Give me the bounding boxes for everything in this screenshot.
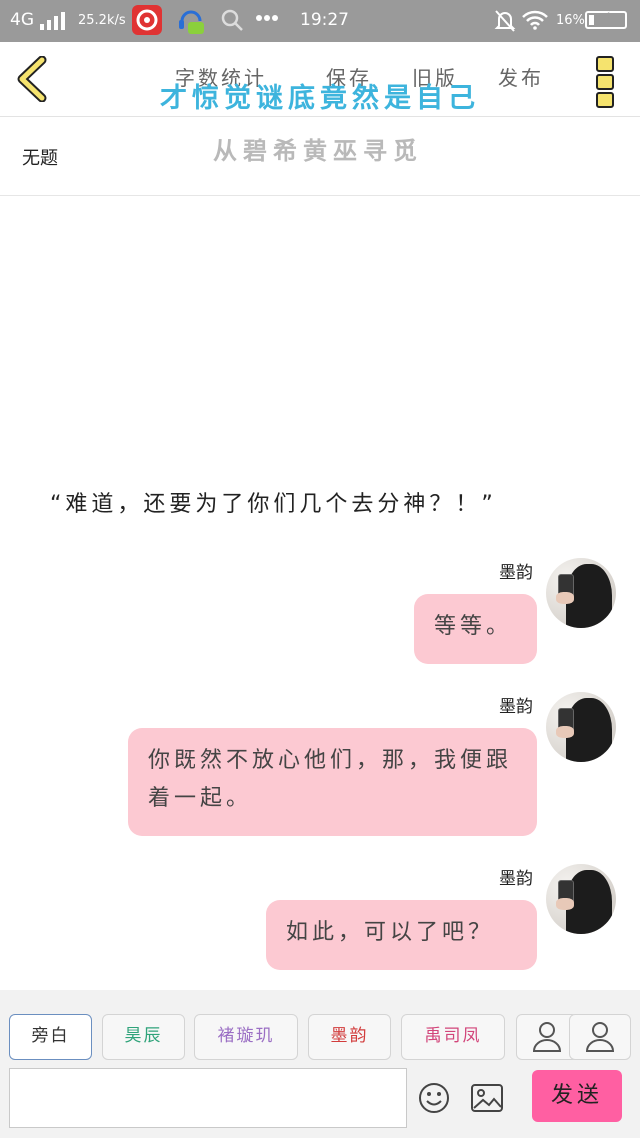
send-button[interactable]: 发送 — [532, 1070, 622, 1122]
battery-percent: 16% — [556, 13, 585, 28]
more-icon — [256, 15, 278, 21]
clock: 19:27 — [300, 10, 349, 30]
message-bubble[interactable]: 如此，可以了吧？ — [266, 900, 537, 970]
menu-dot-icon — [596, 74, 614, 90]
signal-icon — [40, 12, 65, 30]
document-title[interactable]: 无题 — [22, 144, 58, 170]
role-chip-haochen[interactable]: 昊辰 — [102, 1014, 185, 1060]
message-bubble[interactable]: 你既然不放心他们，那，我便跟着一起。 — [128, 728, 537, 836]
search-icon — [221, 9, 243, 31]
network-type: 4G — [10, 10, 34, 30]
narration-line: “难道，还要为了你们几个去分神？！” — [50, 492, 497, 517]
speaker-name: 墨韵 — [499, 869, 533, 889]
overlay-title-text: 才惊觉谜底竟然是自己 — [160, 83, 480, 114]
avatar[interactable] — [546, 558, 616, 628]
person-icon — [532, 1022, 562, 1052]
role-chip-moyun[interactable]: 墨韵 — [308, 1014, 391, 1060]
menu-dot-icon — [596, 56, 614, 72]
status-bar: 4G 25.2k/s 19:27 16% ⚡ — [0, 0, 640, 42]
manage-roles-button[interactable] — [569, 1014, 631, 1060]
speaker-name: 墨韵 — [499, 697, 533, 717]
menu-dot-icon — [596, 92, 614, 108]
battery-icon: ⚡ — [585, 10, 627, 29]
wifi-icon — [522, 10, 548, 30]
title-row: 无题 从碧希黄巫寻觅 — [0, 117, 640, 196]
publish-button[interactable]: 发布 — [498, 62, 544, 91]
message-input[interactable] — [9, 1068, 407, 1128]
role-chip-chuxuanji[interactable]: 褚璇玑 — [194, 1014, 298, 1060]
role-chip-narrator[interactable]: 旁白 — [9, 1014, 92, 1060]
emoji-icon[interactable] — [418, 1082, 450, 1114]
editor-header: 字数统计 保存 旧版 发布 才惊觉谜底竟然是自己 — [0, 42, 640, 117]
menu-button[interactable] — [596, 56, 614, 108]
overlay-subtitle-text: 从碧希黄巫寻觅 — [213, 137, 423, 165]
network-speed: 25.2k/s — [78, 13, 126, 28]
role-chip-yusifeng[interactable]: 禹司凤 — [401, 1014, 505, 1060]
netease-music-icon — [132, 5, 162, 35]
image-icon[interactable] — [470, 1082, 504, 1114]
avatar[interactable] — [546, 692, 616, 762]
mute-icon — [494, 10, 516, 32]
speaker-name: 墨韵 — [499, 563, 533, 583]
message-bubble[interactable]: 等等。 — [414, 594, 537, 664]
person-icon — [585, 1022, 615, 1052]
avatar[interactable] — [546, 864, 616, 934]
back-button[interactable] — [14, 56, 54, 102]
assistant-icon — [176, 5, 206, 35]
